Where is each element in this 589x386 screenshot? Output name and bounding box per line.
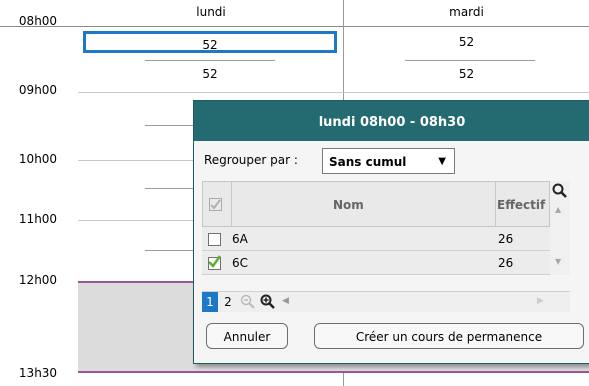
grid-line	[0, 26, 589, 27]
table-row[interactable]: 6C 26	[202, 251, 550, 275]
table-scrollbar[interactable]: ▲ ▼	[550, 181, 570, 275]
grid-line	[145, 188, 193, 189]
lunch-end-line	[78, 371, 589, 373]
row-nom: 6A	[232, 232, 248, 246]
cell-value: 52	[458, 35, 475, 49]
grid-line	[145, 125, 193, 126]
time-label-0900: 09h00	[18, 83, 58, 97]
scroll-right-icon[interactable]: ▶	[537, 296, 544, 306]
pagination-bar: 1 2 ◀ ▶	[202, 291, 570, 312]
time-label-1200: 12h00	[18, 273, 58, 287]
page-1-button[interactable]: 1	[202, 292, 218, 312]
header-divider	[231, 182, 232, 226]
row-effectif: 26	[498, 232, 514, 246]
cancel-button[interactable]: Annuler	[206, 323, 288, 349]
scroll-left-icon[interactable]: ◀	[282, 296, 289, 306]
permanence-dialog: lundi 08h00 - 08h30 Regrouper par : Sans…	[193, 100, 589, 364]
row-checkbox[interactable]	[208, 255, 221, 270]
page-2-button[interactable]: 2	[220, 292, 236, 312]
grid-line	[145, 60, 275, 61]
zoom-out-icon[interactable]	[240, 294, 256, 313]
grid-line	[78, 92, 589, 93]
day-header-lundi: lundi	[196, 5, 226, 19]
time-label-1000: 10h00	[18, 152, 58, 166]
row-nom: 6C	[232, 256, 249, 270]
cell-value: 52	[202, 67, 218, 81]
regroup-select-value: Sans cumul	[329, 155, 407, 169]
regroup-label: Regrouper par :	[204, 153, 298, 167]
column-header-nom[interactable]: Nom	[333, 198, 364, 212]
row-effectif: 26	[498, 256, 514, 270]
cell-value: 52	[202, 38, 218, 52]
table-header: Nom Effectif	[202, 181, 550, 227]
dialog-title: lundi 08h00 - 08h30	[194, 101, 589, 141]
chevron-down-icon: ▼	[438, 156, 446, 167]
header-divider	[495, 182, 496, 226]
grid-line	[405, 60, 535, 61]
day-header-mardi: mardi	[449, 5, 484, 19]
column-header-effectif[interactable]: Effectif	[497, 198, 545, 212]
cell-value: 52	[458, 67, 475, 81]
time-label-1100: 11h00	[18, 212, 58, 226]
create-permanence-button[interactable]: Créer un cours de permanence	[314, 323, 584, 349]
table-row[interactable]: 6A 26	[202, 227, 550, 251]
select-all-checkbox[interactable]	[209, 198, 222, 211]
row-checkbox[interactable]	[208, 233, 221, 246]
scroll-up-icon[interactable]: ▲	[555, 205, 561, 214]
scroll-down-icon[interactable]: ▼	[555, 257, 561, 266]
regroup-select[interactable]: Sans cumul ▼	[322, 148, 455, 174]
grid-line	[145, 250, 193, 251]
zoom-in-icon[interactable]	[260, 294, 276, 313]
search-icon[interactable]	[552, 183, 568, 202]
time-label-1330: 13h30	[18, 366, 58, 380]
